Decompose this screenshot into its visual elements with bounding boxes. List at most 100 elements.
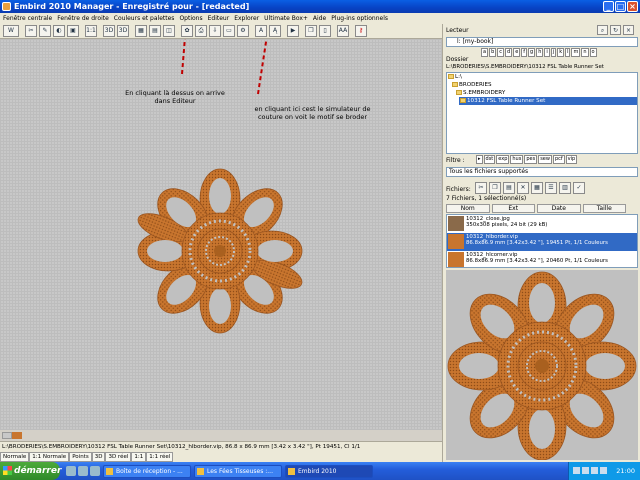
export-icon[interactable]: ⇩	[209, 25, 221, 37]
drive-d[interactable]: d	[505, 48, 513, 57]
menu-plugins[interactable]: Plug-ins optionnels	[331, 13, 388, 24]
swatch-thread[interactable]	[12, 432, 22, 439]
desktop-icon[interactable]	[78, 466, 88, 476]
cut-file-icon[interactable]: ✂	[475, 182, 487, 194]
minimize-button[interactable]: _	[603, 1, 614, 12]
filter-pes[interactable]: pes	[524, 155, 538, 164]
menu-options[interactable]: Options	[179, 13, 202, 24]
filter-vip[interactable]: vip	[565, 155, 578, 164]
drive-h[interactable]: h	[536, 48, 544, 57]
filter-dst[interactable]: dst	[483, 155, 496, 164]
maximize-button[interactable]: □	[615, 1, 626, 12]
font-icon[interactable]: A	[255, 25, 267, 37]
check-icon[interactable]: ✓	[573, 182, 585, 194]
tool-icon[interactable]: ✎	[39, 25, 51, 37]
font-edit-icon[interactable]: Ą	[269, 25, 281, 37]
menu-couleurs[interactable]: Couleurs et palettes	[114, 13, 175, 24]
tab-3d-reel[interactable]: 3D réel	[105, 452, 132, 462]
thumb-view-icon[interactable]: ▦	[531, 182, 543, 194]
palette-icon[interactable]: ▤	[149, 25, 161, 37]
task-browser[interactable]: Les Fées Tisseuses :...	[194, 464, 282, 478]
grid-icon[interactable]: ▦	[135, 25, 147, 37]
file-row[interactable]: 10312_close.jpg 350x308 pixels, 24 bit (2…	[447, 215, 637, 233]
filter-select[interactable]: Tous les fichiers supportés	[446, 167, 638, 177]
media-icon[interactable]	[90, 466, 100, 476]
settings-icon[interactable]: ⚙	[237, 25, 249, 37]
drive-k[interactable]: k	[557, 48, 565, 57]
filter-hus[interactable]: hus	[510, 155, 524, 164]
search-icon[interactable]: ⌕	[597, 25, 608, 35]
print-icon[interactable]: ⎙	[195, 25, 207, 37]
tree-item-broderies[interactable]: BRODERIES	[451, 81, 637, 89]
menu-explorer[interactable]: Explorer	[234, 13, 259, 24]
view-3d-real-icon[interactable]: 3D	[117, 25, 129, 37]
menu-editeur[interactable]: Editeur	[208, 13, 230, 24]
zoom-icon[interactable]: 1:1	[85, 25, 97, 37]
delete-file-icon[interactable]: ✕	[517, 182, 529, 194]
copy-file-icon[interactable]: ❐	[489, 182, 501, 194]
column-taille[interactable]: Taille	[582, 204, 626, 213]
hoop-select-icon[interactable]: ◫	[163, 25, 175, 37]
key-icon[interactable]: ⚷	[355, 25, 367, 37]
task-embird[interactable]: Embird 2010	[285, 464, 373, 478]
browser-icon[interactable]	[66, 466, 76, 476]
update-icon[interactable]	[600, 467, 607, 474]
network-icon[interactable]	[573, 467, 580, 474]
tab-3d[interactable]: 3D	[91, 452, 106, 462]
folder-tree[interactable]: L:\ BRODERIES S.EMBROIDERY 10312 FSL Tab…	[446, 72, 638, 154]
hoop-icon[interactable]: W	[3, 25, 19, 37]
swatch-background[interactable]	[2, 432, 12, 439]
paste-file-icon[interactable]: ▤	[503, 182, 515, 194]
drive-c[interactable]: c	[497, 48, 505, 57]
color-tool-icon[interactable]: ◐	[53, 25, 65, 37]
column-ext[interactable]: Ext	[491, 204, 535, 213]
tree-item-root[interactable]: L:\	[447, 73, 637, 81]
design-canvas[interactable]: En cliquant là dessus on arrive dans Edi…	[0, 39, 442, 430]
task-mail[interactable]: Boîte de réception - ...	[103, 464, 191, 478]
filter-pcf[interactable]: pcf	[552, 155, 565, 164]
drive-g[interactable]: g	[528, 48, 536, 57]
simulator-icon[interactable]: ▶	[287, 25, 299, 37]
menu-fenetre-centrale[interactable]: Fenêtre centrale	[3, 13, 52, 24]
drive-e[interactable]: e	[513, 48, 521, 57]
tab-1-1-reel[interactable]: 1:1 réel	[146, 452, 174, 462]
drive-m[interactable]: m	[571, 48, 581, 57]
file-row[interactable]: 10312_hlborder.vip 86.8x86.9 mm [3.42x3.4…	[447, 233, 637, 251]
refresh-icon[interactable]: ↻	[610, 25, 621, 35]
security-icon[interactable]	[591, 467, 598, 474]
drive-select[interactable]: l: [my-book]	[446, 37, 638, 47]
file-list[interactable]: 10312_close.jpg 350x308 pixels, 24 bit (2…	[446, 214, 638, 268]
drive-a[interactable]: a	[481, 48, 489, 57]
list-view-icon[interactable]: ☰	[545, 182, 557, 194]
tab-1-1[interactable]: 1:1	[131, 452, 147, 462]
copy-icon[interactable]: ❐	[305, 25, 317, 37]
detail-view-icon[interactable]: ▥	[559, 182, 571, 194]
view-3d-icon[interactable]: 3D	[103, 25, 115, 37]
alphabet-icon[interactable]: AA	[337, 25, 349, 37]
column-date[interactable]: Date	[537, 204, 581, 213]
filter-sew[interactable]: sew	[538, 155, 552, 164]
drive-n[interactable]: n	[581, 48, 589, 57]
filter-arrow-button[interactable]: ▸	[476, 155, 483, 164]
cut-icon[interactable]: ✂	[25, 25, 37, 37]
start-button[interactable]: démarrer	[0, 462, 61, 480]
tab-normale[interactable]: Normale	[0, 452, 30, 462]
file-row[interactable]: 10312_hlcorner.vip 86.8x86.9 mm [3.42x3.4…	[447, 251, 637, 267]
drive-b[interactable]: b	[489, 48, 497, 57]
tree-item-table-runner[interactable]: 10312 FSL Table Runner Set	[459, 97, 637, 105]
menu-fenetre-droite[interactable]: Fenêtre de droite	[57, 13, 109, 24]
tab-points[interactable]: Points	[69, 452, 92, 462]
fill-icon[interactable]: ▣	[67, 25, 79, 37]
page-icon[interactable]: ▯	[319, 25, 331, 37]
close-panel-icon[interactable]: ×	[623, 25, 634, 35]
tab-normale-1-1[interactable]: 1:1 Normale	[29, 452, 70, 462]
editor-button-icon[interactable]: ✿	[181, 25, 193, 37]
drive-l[interactable]: l	[565, 48, 571, 57]
close-button[interactable]: ×	[627, 1, 638, 12]
drive-j[interactable]: j	[550, 48, 557, 57]
drive-i[interactable]: i	[544, 48, 550, 57]
column-nom[interactable]: Nom	[446, 204, 490, 213]
tree-item-s-embroidery[interactable]: S.EMBROIDERY	[455, 89, 637, 97]
menu-aide[interactable]: Aide	[313, 13, 326, 24]
drive-o[interactable]: o	[589, 48, 597, 57]
